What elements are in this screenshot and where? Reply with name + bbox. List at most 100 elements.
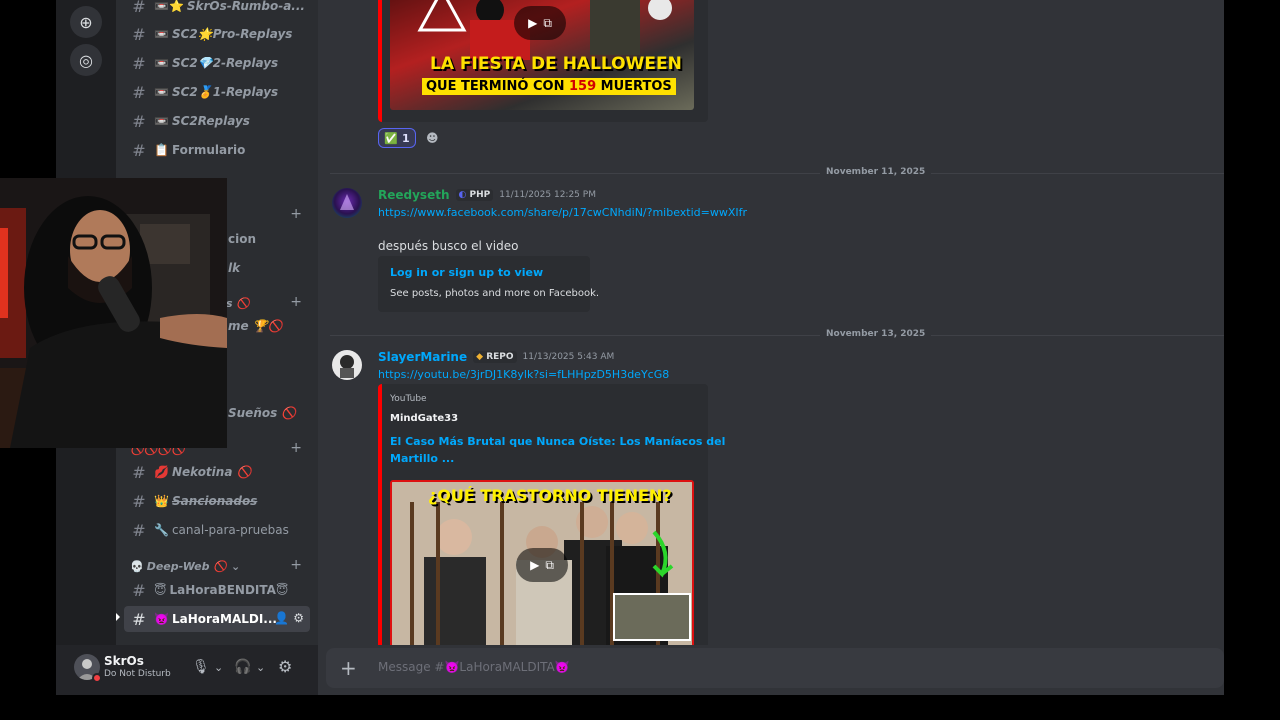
hash-icon: # <box>132 82 146 102</box>
compass-icon: ◎ <box>79 50 93 70</box>
channel-label: cion <box>228 232 257 246</box>
chevron-down-icon[interactable]: ⌄ <box>214 661 223 674</box>
category-header[interactable]: 💀 Deep-Web 🚫 ⌄ + <box>130 557 310 575</box>
play-button[interactable]: ▶ ⧉ <box>514 6 566 40</box>
date-label: November 11, 2025 <box>820 167 932 177</box>
hash-icon: # <box>132 520 146 540</box>
hash-icon: # <box>132 111 146 131</box>
video-embed: YouTube MindGate33 El Caso Más Brutal qu… <box>378 384 725 645</box>
plus-icon[interactable]: + <box>290 440 302 456</box>
embed-title[interactable]: El Caso Más Brutal que Nunca Oíste: Los … <box>390 435 725 448</box>
open-external-icon: ⧉ <box>545 557 554 572</box>
channel-emoji: 📼 <box>154 56 169 70</box>
plus-icon[interactable]: + <box>340 656 357 680</box>
message-header: SlayerMarine ◆ REPO 11/13/2025 5:43 AM <box>378 350 614 364</box>
channel-item[interactable]: # 👑 Sancionados <box>124 488 310 514</box>
channel-label: me 🏆🚫 <box>228 319 283 333</box>
channel-item[interactable]: # 📼 SC2Replays <box>124 108 310 134</box>
message-input-placeholder[interactable]: Message #👿LaHoraMALDITA👿 <box>378 660 570 674</box>
gear-icon[interactable]: ⚙ <box>293 611 304 625</box>
video-embed: LA FIESTA DE HALLOWEEN QUE TERMINÓ CON 1… <box>378 0 708 122</box>
channel-item[interactable]: # 😇 LaHoraBENDITA😇 <box>124 577 310 603</box>
reaction-emoji: ✅ <box>384 131 399 145</box>
plus-icon[interactable]: + <box>290 294 302 310</box>
tag-label: PHP <box>469 190 491 200</box>
microphone-icon[interactable]: 🎙 <box>192 659 210 675</box>
embed-title[interactable]: Log in or sign up to view <box>390 266 543 279</box>
gear-icon[interactable]: ⚙ <box>278 657 292 676</box>
channel-label: SC2🌟Pro-Replays <box>171 27 293 41</box>
hash-icon: # <box>132 609 146 629</box>
channel-item[interactable]: # 📼 SC2🌟Pro-Replays <box>124 21 310 47</box>
hash-icon: # <box>132 140 146 160</box>
channel-label: Sancionados <box>171 494 258 508</box>
channel-item[interactable]: # 💋 Nekotina 🚫 <box>124 459 310 485</box>
chevron-down-icon: ⌄ <box>231 559 241 573</box>
plus-icon[interactable]: + <box>290 557 302 573</box>
channel-label: lk <box>228 261 241 275</box>
channel-tools: 👤 ⚙ <box>274 611 304 625</box>
avatar[interactable] <box>332 350 362 380</box>
video-thumbnail[interactable]: ¿QUÉ TRASTORNO TIENEN? ▶ ⧉ <box>390 480 694 645</box>
hash-icon: # <box>132 462 146 482</box>
channel-emoji: 📼 <box>154 114 169 128</box>
reaction-button[interactable]: ✅ 1 <box>378 128 416 148</box>
thumbnail-text-part: MUERTOS <box>596 79 672 94</box>
channel-label: SC2Replays <box>171 114 250 128</box>
channel-emoji: 📋 <box>154 143 169 157</box>
dnd-status-icon <box>92 673 102 683</box>
plus-icon: ⊕ <box>79 12 93 32</box>
message-header: Reedyseth ◐ PHP 11/11/2025 12:25 PM <box>378 188 596 202</box>
hash-icon: # <box>132 580 146 600</box>
username[interactable]: SkrOs <box>104 654 144 668</box>
channel-label: SC2💎2-Replays <box>171 56 279 70</box>
channel-item[interactable]: # 📋 Formulario <box>124 137 310 163</box>
timestamp: 11/13/2025 5:43 AM <box>522 352 615 362</box>
date-divider: November 11, 2025 <box>330 167 1224 177</box>
channel-item[interactable]: # 📼 SC2🏅1-Replays <box>124 79 310 105</box>
channel-label: Sueños 🚫 <box>228 406 297 420</box>
headphones-icon[interactable]: 🎧 <box>234 659 251 675</box>
embed-title[interactable]: Martillo ... <box>390 452 454 465</box>
channel-item-active[interactable]: # 👿 LaHoraMALDI... 👤 ⚙ <box>124 606 310 632</box>
embed-description: See posts, photos and more on Facebook. <box>390 288 600 299</box>
user-tag: ◐ PHP <box>455 189 494 201</box>
message-text: después busco el video <box>378 239 519 253</box>
thumbnail-text: LA FIESTA DE HALLOWEEN <box>430 54 682 74</box>
play-button[interactable]: ▶ ⧉ <box>516 548 568 582</box>
author-name[interactable]: Reedyseth <box>378 188 450 202</box>
video-thumbnail[interactable]: LA FIESTA DE HALLOWEEN QUE TERMINÓ CON 1… <box>390 0 694 110</box>
channel-item[interactable]: # 📼 SC2💎2-Replays <box>124 50 310 76</box>
channel-label: Formulario <box>171 143 246 157</box>
channel-label: Nekotina 🚫 <box>171 465 252 479</box>
plus-icon[interactable]: + <box>290 206 302 222</box>
play-icon: ▶ <box>528 16 538 30</box>
unread-indicator-icon <box>116 613 120 621</box>
date-label: November 13, 2025 <box>820 329 932 339</box>
timestamp: 11/11/2025 12:25 PM <box>499 190 596 200</box>
user-status: Do Not Disturb <box>104 669 171 679</box>
channel-item[interactable]: # 📼⭐ SkrOs-Rumbo-a... <box>124 0 310 19</box>
channel-emoji: 😇 <box>154 583 167 597</box>
add-member-icon[interactable]: 👤 <box>274 611 289 625</box>
embed-provider: YouTube <box>390 394 427 404</box>
add-server-button[interactable]: ⊕ <box>70 6 102 38</box>
message-composer[interactable]: + Message #👿LaHoraMALDITA👿 <box>326 648 1224 688</box>
message-link[interactable]: https://youtu.be/3jrDJ1K8ylk?si=fLHHpzD5… <box>378 368 669 381</box>
hash-icon: # <box>132 0 146 16</box>
channel-item[interactable]: # 🔧 canal-para-pruebas <box>124 517 310 543</box>
message-link[interactable]: https://www.facebook.com/share/p/17cwCNh… <box>378 206 747 219</box>
avatar[interactable] <box>332 188 362 218</box>
add-reaction-icon[interactable]: ☻ <box>426 131 439 145</box>
chevron-down-icon[interactable]: ⌄ <box>256 661 265 674</box>
skull-icon: 💀 <box>130 559 144 573</box>
author-name[interactable]: SlayerMarine <box>378 350 467 364</box>
play-icon: ▶ <box>530 558 540 572</box>
embed-author[interactable]: MindGate33 <box>390 413 458 424</box>
hash-icon: # <box>132 491 146 511</box>
category-label: Deep-Web 🚫 <box>146 559 227 573</box>
discover-button[interactable]: ◎ <box>70 44 102 76</box>
user-tag: ◆ REPO <box>473 351 517 363</box>
channel-emoji: 🔧 <box>154 523 169 537</box>
hash-icon: # <box>132 24 146 44</box>
